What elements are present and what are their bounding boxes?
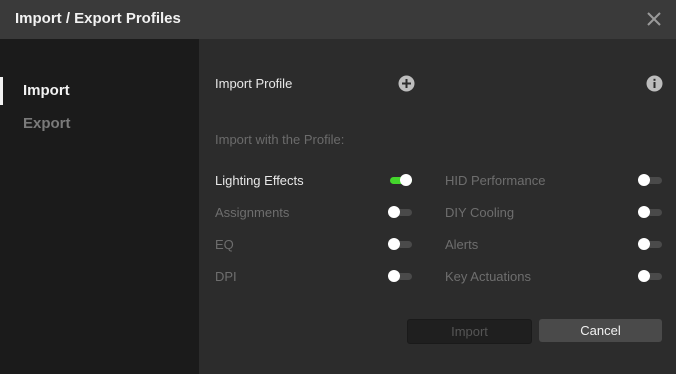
toggle-knob	[388, 238, 400, 250]
option-hid-performance-label: HID Performance	[445, 173, 546, 188]
import-profile-label: Import Profile	[215, 76, 293, 91]
toggle-diy-cooling[interactable]	[638, 206, 662, 218]
section-label: Import with the Profile:	[215, 132, 345, 147]
toggle-knob	[638, 174, 650, 186]
plus-circle-icon	[398, 75, 415, 92]
cancel-button[interactable]: Cancel	[539, 319, 662, 342]
toggle-knob	[400, 174, 412, 186]
title-bar: Import / Export Profiles	[0, 0, 676, 39]
import-button[interactable]: Import	[407, 319, 532, 344]
toggle-knob	[638, 206, 650, 218]
toggle-knob	[638, 270, 650, 282]
info-button[interactable]	[646, 75, 663, 92]
sidebar-item-import[interactable]: Import	[0, 77, 199, 105]
toggle-lighting-effects[interactable]	[388, 174, 412, 186]
toggle-knob	[388, 206, 400, 218]
toggle-key-actuations[interactable]	[638, 270, 662, 282]
sidebar-item-export[interactable]: Export	[0, 110, 199, 138]
option-diy-cooling-label: DIY Cooling	[445, 205, 515, 220]
sidebar: Import Export	[0, 39, 199, 374]
toggle-dpi[interactable]	[388, 270, 412, 282]
close-icon	[647, 12, 661, 26]
info-icon	[646, 75, 663, 92]
close-button[interactable]	[644, 9, 664, 29]
add-profile-button[interactable]	[398, 75, 415, 92]
toggle-knob	[388, 270, 400, 282]
option-lighting-effects-label: Lighting Effects	[215, 173, 304, 188]
option-key-actuations-label: Key Actuations	[445, 269, 531, 284]
sidebar-item-label: Import	[23, 82, 70, 99]
toggle-assignments[interactable]	[388, 206, 412, 218]
toggle-alerts[interactable]	[638, 238, 662, 250]
option-eq-label: EQ	[215, 237, 234, 252]
toggle-hid-performance[interactable]	[638, 174, 662, 186]
option-dpi-label: DPI	[215, 269, 237, 284]
option-assignments-label: Assignments	[215, 205, 290, 220]
toggle-knob	[638, 238, 650, 250]
dialog-title: Import / Export Profiles	[15, 10, 181, 27]
main-panel: Import Profile Import with the Profile: …	[199, 39, 676, 374]
option-alerts-label: Alerts	[445, 237, 479, 252]
sidebar-item-label: Export	[23, 115, 71, 132]
toggle-eq[interactable]	[388, 238, 412, 250]
